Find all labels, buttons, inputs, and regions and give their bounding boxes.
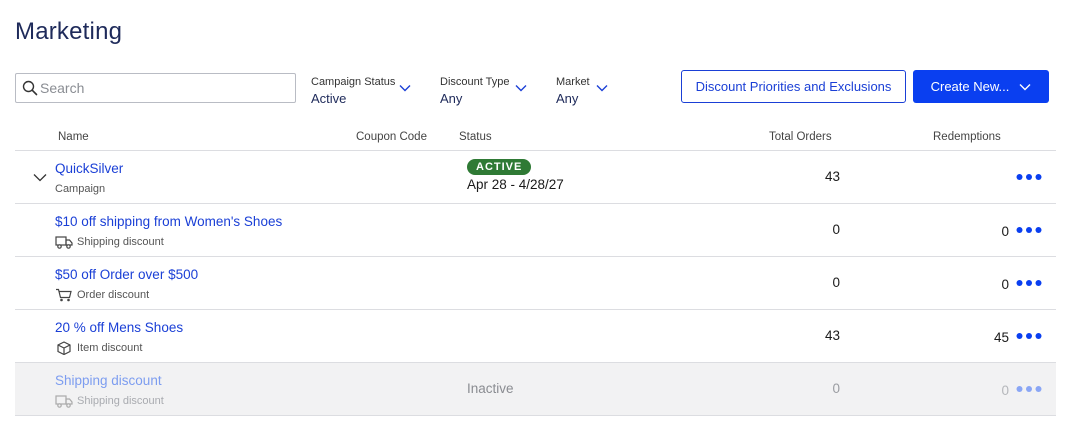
filter-label: Campaign Status (311, 76, 396, 88)
discount-type-label: Order discount (77, 289, 150, 301)
campaign-type: Campaign (55, 183, 106, 195)
more-options-icon[interactable] (1016, 222, 1042, 238)
discount-name-link[interactable]: 20 % off Mens Shoes (55, 320, 183, 335)
column-header-redemptions[interactable]: Redemptions (933, 131, 1001, 143)
more-options-icon[interactable] (1016, 169, 1042, 185)
chevron-down-icon (399, 85, 411, 92)
search-input[interactable] (40, 74, 290, 102)
column-header-coupon-code[interactable]: Coupon Code (356, 131, 427, 143)
create-new-button[interactable]: Create New... (913, 70, 1049, 103)
discount-type: Order discount (55, 288, 149, 302)
column-header-name[interactable]: Name (58, 131, 89, 143)
date-range: Apr 28 - 4/28/27 (467, 177, 564, 192)
chevron-down-icon[interactable] (33, 173, 47, 182)
discount-type: Shipping discount (55, 394, 164, 408)
table-row: Shipping discount Shipping discount Inac… (15, 363, 1056, 416)
filter-value: Any (556, 91, 579, 106)
discount-type: Shipping discount (55, 235, 164, 249)
column-header-status[interactable]: Status (459, 131, 492, 143)
truck-icon (55, 395, 73, 408)
total-orders: 43 (824, 169, 840, 184)
table-row: 20 % off Mens Shoes Item discount 43 45 (15, 310, 1056, 363)
more-options-icon[interactable] (1016, 381, 1042, 397)
status-text: Inactive (467, 381, 514, 396)
campaign-name-link[interactable]: QuickSilver (55, 161, 123, 176)
filter-campaign-status[interactable]: Campaign Status Active (311, 76, 411, 106)
create-new-label: Create New... (930, 79, 1010, 94)
total-orders: 0 (832, 381, 840, 396)
more-options-icon[interactable] (1016, 275, 1042, 291)
more-options-icon[interactable] (1016, 328, 1042, 344)
discount-type-label: Item discount (77, 342, 143, 354)
status-badge: ACTIVE (467, 159, 532, 175)
search-box[interactable] (15, 73, 296, 103)
discount-type: Item discount (55, 341, 142, 355)
discount-name-link[interactable]: $50 off Order over $500 (55, 267, 198, 282)
total-orders: 0 (832, 222, 840, 237)
discount-name-link[interactable]: Shipping discount (55, 373, 162, 388)
search-icon (22, 80, 38, 96)
discount-name-link[interactable]: $10 off shipping from Women's Shoes (55, 214, 282, 229)
truck-icon (55, 236, 73, 249)
chevron-down-icon (596, 85, 608, 92)
cart-icon (56, 288, 72, 302)
filter-value: Any (440, 91, 463, 106)
column-header-total-orders[interactable]: Total Orders (769, 131, 832, 143)
table-row: $10 off shipping from Women's Shoes Ship… (15, 204, 1056, 257)
page-title: Marketing (15, 18, 123, 45)
chevron-down-icon (1019, 83, 1031, 90)
table-row: $50 off Order over $500 Order discount 0… (15, 257, 1056, 310)
campaign-row: QuickSilver Campaign ACTIVE Apr 28 - 4/2… (15, 151, 1056, 204)
filter-market[interactable]: Market Any (556, 76, 616, 106)
redemptions: 0 (1001, 224, 1009, 239)
redemptions: 0 (1001, 383, 1009, 398)
redemptions: 0 (1001, 277, 1009, 292)
discount-type-label: Shipping discount (77, 395, 164, 407)
chevron-down-icon (515, 85, 527, 92)
discount-priorities-button[interactable]: Discount Priorities and Exclusions (681, 70, 906, 103)
total-orders: 0 (832, 275, 840, 290)
filter-value: Active (311, 91, 347, 106)
total-orders: 43 (824, 328, 840, 343)
box-icon (57, 341, 71, 355)
discount-type-label: Shipping discount (77, 236, 164, 248)
table-header: Name Coupon Code Status Total Orders Red… (15, 124, 1056, 151)
filter-discount-type[interactable]: Discount Type Any (440, 76, 530, 106)
redemptions: 45 (993, 330, 1009, 345)
discounts-table: Name Coupon Code Status Total Orders Red… (15, 124, 1056, 416)
